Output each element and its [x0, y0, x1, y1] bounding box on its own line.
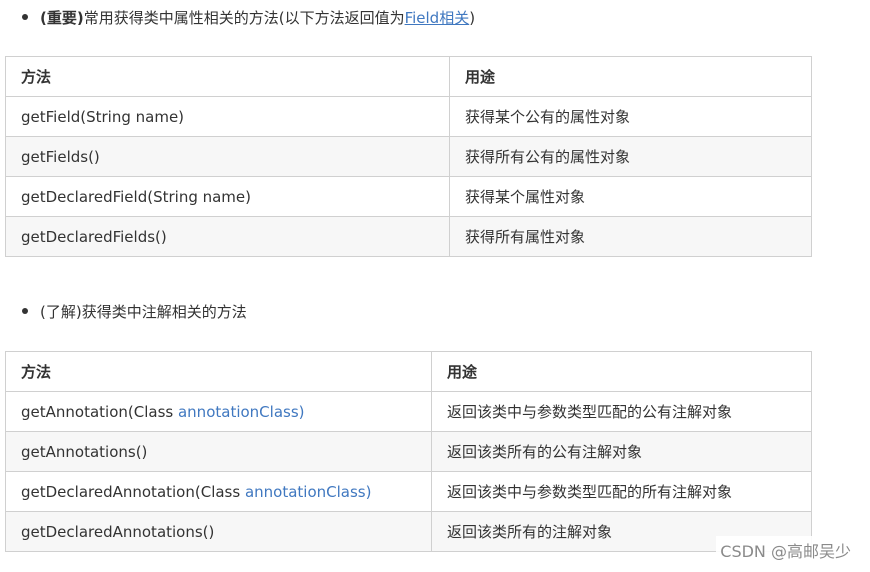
- method-param: annotationClass): [244, 482, 372, 501]
- method-cell: getDeclaredFields(): [5, 216, 450, 257]
- table-row: getField(String name) 获得某个公有的属性对象: [5, 96, 812, 137]
- usage-cell: 返回该类所有的公有注解对象: [431, 431, 812, 472]
- usage-cell: 获得某个属性对象: [449, 176, 812, 217]
- table-header-row: 方法 用途: [5, 351, 812, 392]
- header-usage: 用途: [431, 351, 812, 392]
- method-cell: getDeclaredAnnotation(Class annotationCl…: [5, 471, 432, 512]
- method-cell: getAnnotations(): [5, 431, 432, 472]
- method-cell: getDeclaredAnnotations(): [5, 511, 432, 552]
- field-link[interactable]: Field相关: [405, 9, 470, 27]
- table-row: getFields() 获得所有公有的属性对象: [5, 136, 812, 177]
- header-method: 方法: [5, 56, 450, 97]
- bullet-icon: [22, 13, 28, 20]
- bullet-text: (了解)获得类中注解相关的方法: [40, 303, 247, 321]
- table-row: getDeclaredAnnotations() 返回该类所有的注解对象: [5, 511, 812, 552]
- table-row: getAnnotations() 返回该类所有的公有注解对象: [5, 431, 812, 472]
- bullet-suffix: ): [469, 9, 476, 27]
- table-row: getDeclaredField(String name) 获得某个属性对象: [5, 176, 812, 217]
- usage-cell: 返回该类中与参数类型匹配的所有注解对象: [431, 471, 812, 512]
- bullet-item-field-methods: (重要)常用获得类中属性相关的方法(以下方法返回值为Field相关): [22, 8, 475, 28]
- table-row: getAnnotation(Class annotationClass) 返回该…: [5, 391, 812, 432]
- header-method: 方法: [5, 351, 432, 392]
- method-text: getDeclaredAnnotations(): [21, 522, 215, 541]
- usage-cell: 获得所有属性对象: [449, 216, 812, 257]
- usage-cell: 获得某个公有的属性对象: [449, 96, 812, 137]
- csdn-watermark: CSDN @高邮吴少: [716, 536, 855, 564]
- method-cell: getAnnotation(Class annotationClass): [5, 391, 432, 432]
- bullet-text: 常用获得类中属性相关的方法(以下方法返回值为: [83, 9, 405, 27]
- important-label: (重要): [40, 9, 84, 27]
- table-row: getDeclaredAnnotation(Class annotationCl…: [5, 471, 812, 512]
- method-text: getDeclaredAnnotation(Class: [21, 482, 245, 501]
- table-header-row: 方法 用途: [5, 56, 812, 97]
- annotation-methods-table: 方法 用途 getAnnotation(Class annotationClas…: [5, 351, 812, 552]
- method-text: getAnnotation(Class: [21, 402, 178, 421]
- method-param: annotationClass): [177, 402, 305, 421]
- usage-cell: 获得所有公有的属性对象: [449, 136, 812, 177]
- field-methods-table: 方法 用途 getField(String name) 获得某个公有的属性对象 …: [5, 56, 812, 257]
- header-usage: 用途: [449, 56, 812, 97]
- bullet-item-annotation-methods: (了解)获得类中注解相关的方法: [22, 302, 247, 322]
- method-text: getAnnotations(): [21, 442, 148, 461]
- usage-cell: 返回该类中与参数类型匹配的公有注解对象: [431, 391, 812, 432]
- method-cell: getFields(): [5, 136, 450, 177]
- method-cell: getField(String name): [5, 96, 450, 137]
- method-cell: getDeclaredField(String name): [5, 176, 450, 217]
- table-row: getDeclaredFields() 获得所有属性对象: [5, 216, 812, 257]
- bullet-icon: [22, 307, 28, 314]
